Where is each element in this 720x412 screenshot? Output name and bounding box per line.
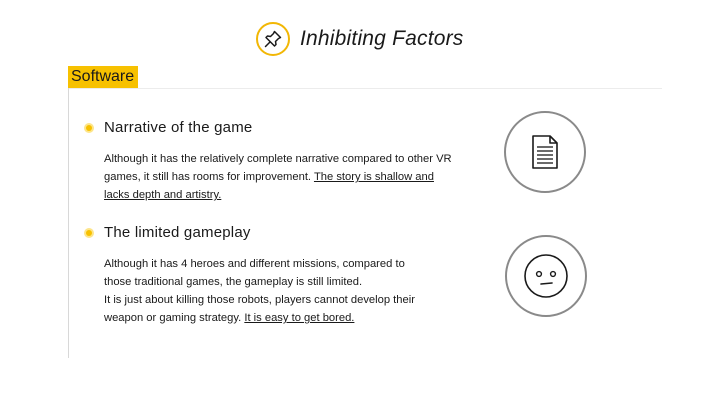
slide-title: Inhibiting Factors [300, 27, 464, 50]
left-rule [68, 88, 69, 358]
document-icon [504, 111, 586, 193]
bullet-icon [86, 124, 92, 131]
pushpin-icon [256, 22, 290, 56]
section-label: Software [68, 66, 139, 89]
point-gameplay: The limited gameplay Although it has 4 h… [86, 224, 434, 327]
slide-header: Inhibiting Factors [256, 22, 464, 56]
point-paragraph: Although it has the relatively complete … [104, 150, 454, 204]
point-paragraph: It is just about killing those robots, p… [104, 291, 434, 327]
point-narrative: Narrative of the game Although it has th… [86, 119, 454, 204]
neutral-face-icon [505, 235, 587, 317]
point-body: Although it has 4 heroes and different m… [104, 255, 434, 327]
point-body: Although it has the relatively complete … [104, 150, 454, 204]
point-header: Narrative of the game [86, 119, 454, 136]
point-title: The limited gameplay [104, 224, 251, 241]
point-title: Narrative of the game [104, 119, 253, 136]
section-divider [68, 88, 662, 89]
point-paragraph: Although it has 4 heroes and different m… [104, 258, 405, 288]
body-emphasis: It is easy to get bored. [244, 312, 355, 324]
point-header: The limited gameplay [86, 224, 434, 241]
bullet-icon [86, 229, 92, 236]
